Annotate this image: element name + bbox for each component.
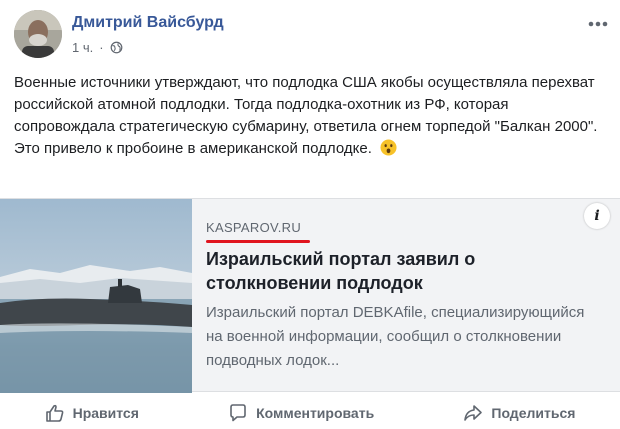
post-meta: 1 ч. · — [72, 40, 123, 55]
submarine-image — [0, 199, 192, 393]
comment-button[interactable]: Комментировать — [228, 403, 374, 423]
link-text: KASPAROV.RU Израильский портал заявил о … — [206, 219, 586, 373]
avatar-image — [14, 10, 62, 58]
link-title[interactable]: Израильский портал заявил о столкновении… — [206, 247, 586, 295]
post-header: Дмитрий Вайсбурд 1 ч. · — [14, 10, 610, 62]
like-label: Нравится — [72, 404, 139, 421]
domain-underline — [206, 240, 310, 243]
link-preview-card[interactable]: KASPAROV.RU Израильский портал заявил о … — [0, 198, 620, 393]
author-name[interactable]: Дмитрий Вайсбурд — [72, 14, 224, 32]
link-domain-text: KASPAROV.RU — [206, 220, 302, 235]
link-thumbnail[interactable] — [0, 199, 192, 393]
comment-label: Комментировать — [256, 404, 375, 421]
avatar[interactable] — [14, 10, 62, 58]
share-icon — [464, 404, 483, 421]
info-icon[interactable]: i — [584, 203, 610, 229]
like-button[interactable]: Нравится — [45, 403, 139, 423]
globe-icon — [110, 41, 122, 54]
share-label: Поделиться — [491, 404, 576, 421]
comment-icon — [230, 403, 246, 421]
more-icon[interactable] — [586, 12, 610, 36]
thumbs-up-icon — [45, 404, 63, 422]
post-actions: Нравится Комментировать Поделиться — [0, 396, 620, 429]
post-body: Военные источники утверждают, что подлод… — [14, 74, 598, 157]
meta-separator: · — [99, 40, 104, 55]
surprised-emoji-icon — [380, 139, 397, 156]
post-text: Военные источники утверждают, что подлод… — [14, 72, 606, 160]
link-description: Израильский портал DEBKAfile, специализи… — [206, 304, 585, 369]
share-button[interactable]: Поделиться — [463, 403, 575, 423]
post-time[interactable]: 1 ч. — [72, 40, 93, 55]
link-domain: KASPAROV.RU — [206, 220, 310, 243]
